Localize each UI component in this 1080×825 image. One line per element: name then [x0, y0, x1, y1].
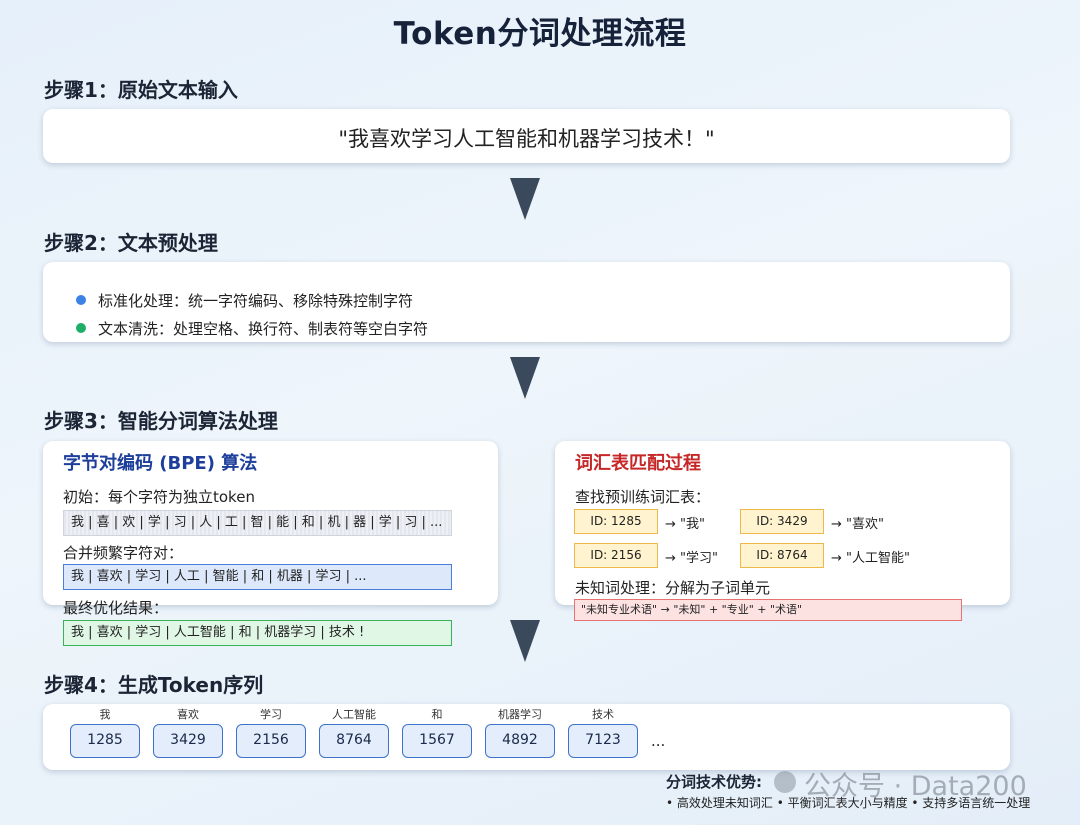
bullet-text: 标准化处理：统一字符编码、移除特殊控制字符	[98, 292, 414, 310]
bullet-standardize: 标准化处理：统一字符编码、移除特殊控制字符	[76, 290, 413, 311]
step2-heading: 步骤2：文本预处理	[44, 231, 218, 255]
bpe-initial-label: 初始：每个字符为独立token	[63, 488, 255, 506]
step2-card: 标准化处理：统一字符编码、移除特殊控制字符 文本清洗：处理空格、换行符、制表符等…	[43, 262, 1010, 342]
token-label: 人工智能	[332, 708, 376, 721]
vocab-title: 词汇表匹配过程	[575, 453, 701, 474]
vocab-id-box: ID: 8764	[740, 543, 824, 568]
vocab-lookup-label: 查找预训练词汇表：	[575, 488, 711, 506]
token-label: 技术	[592, 708, 614, 721]
step1-card: "我喜欢学习人工智能和机器学习技术！"	[43, 109, 1010, 163]
token-label: 学习	[260, 708, 282, 721]
token-id-box: 3429	[153, 724, 223, 758]
vocab-unknown-label: 未知词处理：分解为子词单元	[575, 579, 771, 597]
token-id-box: 1285	[70, 724, 140, 758]
bullet-dot-icon	[76, 295, 86, 305]
token-id-box: 8764	[319, 724, 389, 758]
page-title: Token分词处理流程	[393, 16, 687, 52]
vocab-id-map: → "学习"	[665, 551, 718, 566]
bpe-merge-row: 我 | 喜欢 | 学习 | 人工 | 智能 | 和 | 机器 | 学习 | ..…	[63, 564, 452, 590]
token-id-box: 1567	[402, 724, 472, 758]
vocab-id-box: ID: 3429	[740, 509, 824, 534]
down-arrow-icon	[510, 357, 540, 399]
bullet-dot-icon	[76, 323, 86, 333]
token-label: 我	[99, 708, 111, 721]
vocab-id-map: → "喜欢"	[831, 517, 884, 532]
bullet-clean: 文本清洗：处理空格、换行符、制表符等空白字符	[76, 318, 428, 339]
token-label: 机器学习	[498, 708, 542, 721]
step4-heading: 步骤4：生成Token序列	[44, 673, 264, 697]
vocab-id-map: → "我"	[665, 517, 705, 532]
vocab-id-map: → "人工智能"	[831, 551, 910, 566]
bpe-merge-label: 合并频繁字符对：	[63, 544, 184, 562]
vocab-id-box: ID: 1285	[574, 509, 658, 534]
wechat-icon	[774, 771, 796, 793]
vocab-unknown-example: "未知专业术语" → "未知" + "专业" + "术语"	[574, 599, 962, 621]
bullet-text: 文本清洗：处理空格、换行符、制表符等空白字符	[98, 320, 429, 338]
down-arrow-icon	[510, 620, 540, 662]
token-label: 喜欢	[177, 708, 199, 721]
vocab-id-box: ID: 2156	[574, 543, 658, 568]
bpe-final-row: 我 | 喜欢 | 学习 | 人工智能 | 和 | 机器学习 | 技术 !	[63, 620, 452, 646]
raw-input-text: "我喜欢学习人工智能和机器学习技术！"	[338, 127, 715, 151]
advantages-title: 分词技术优势:	[666, 773, 762, 791]
token-ellipsis: ...	[651, 732, 666, 750]
step1-heading: 步骤1：原始文本输入	[44, 78, 238, 102]
down-arrow-icon	[510, 178, 540, 220]
token-id-box: 2156	[236, 724, 306, 758]
step3-heading: 步骤3：智能分词算法处理	[44, 409, 278, 433]
watermark: 公众号 · Data200	[804, 771, 1027, 802]
token-id-box: 4892	[485, 724, 555, 758]
token-id-box: 7123	[568, 724, 638, 758]
bpe-final-label: 最终优化结果：	[63, 599, 169, 617]
bpe-initial-row: 我 | 喜 | 欢 | 学 | 习 | 人 | 工 | 智 | 能 | 和 | …	[63, 510, 452, 536]
bpe-title: 字节对编码 (BPE) 算法	[63, 453, 258, 474]
token-label: 和	[431, 708, 443, 721]
